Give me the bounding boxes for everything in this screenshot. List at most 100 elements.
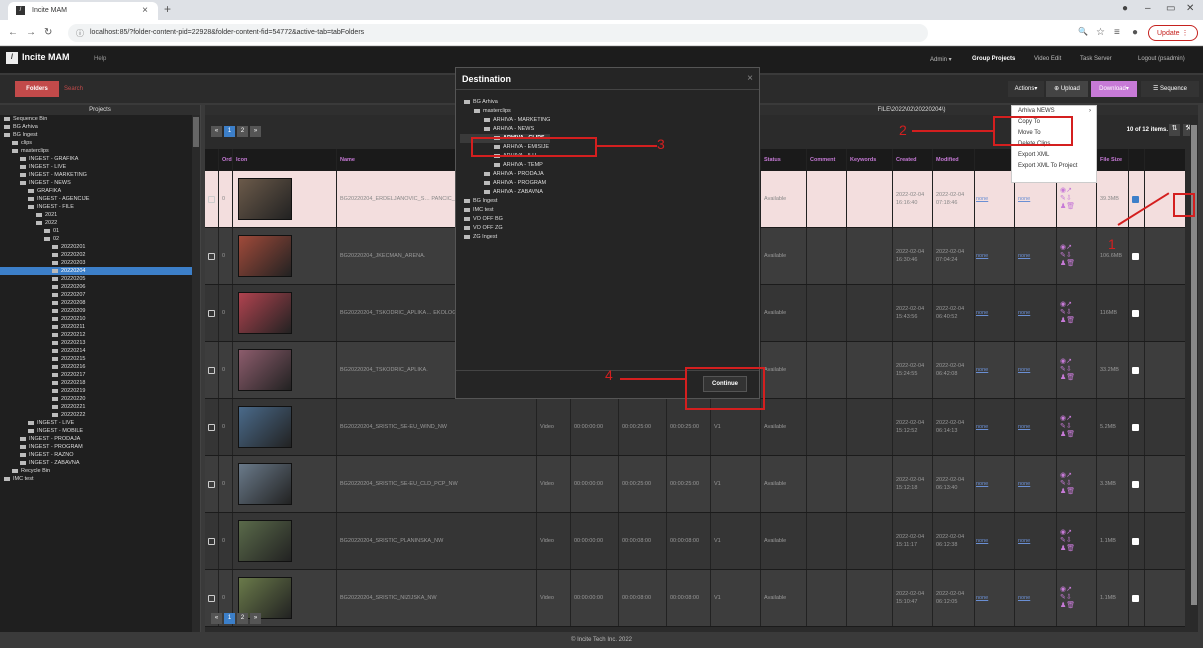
clip-thumbnail[interactable] xyxy=(238,406,292,448)
tree-node[interactable]: 20220209 xyxy=(0,307,200,315)
tree-node[interactable]: INGEST - AGENCIJE xyxy=(0,195,200,203)
row-actions-icons[interactable]: ◉↗ ✎⇩ ♟🗑 xyxy=(1060,529,1075,553)
expand-icon[interactable] xyxy=(208,423,215,431)
tree-node[interactable]: INGEST - ZABAVNA xyxy=(0,459,200,467)
destination-node[interactable]: ARHIVA - NEWS xyxy=(460,125,550,134)
row-actions-icons[interactable]: ◉↗ ✎⇩ ♟🗑 xyxy=(1060,586,1075,610)
dialog-close-icon[interactable]: × xyxy=(747,73,753,84)
destination-node[interactable]: ZG Ingest xyxy=(460,233,550,242)
page-last-bottom[interactable]: » xyxy=(250,613,261,624)
tree-node[interactable]: INGEST - NEWS xyxy=(0,179,200,187)
column-header[interactable]: Status xyxy=(761,149,807,170)
browser-tab[interactable]: / Incite MAM × xyxy=(8,2,158,20)
column-header[interactable]: Icon xyxy=(233,149,337,170)
clip-thumbnail[interactable] xyxy=(238,349,292,391)
column-header[interactable]: Keywords xyxy=(847,149,893,170)
destination-node[interactable]: BG Arhiva xyxy=(460,98,550,107)
tree-node[interactable]: 20220201 xyxy=(0,243,200,251)
cell-text[interactable]: none xyxy=(976,367,988,373)
page-2[interactable]: 2 xyxy=(237,126,248,137)
tree-node[interactable]: 2021 xyxy=(0,211,200,219)
clip-thumbnail[interactable] xyxy=(238,235,292,277)
tree-node[interactable]: INGEST - PRODAJA xyxy=(0,435,200,443)
tree-node[interactable]: 20220217 xyxy=(0,371,200,379)
tree-node[interactable]: masterclips xyxy=(0,147,200,155)
extensions-icon[interactable]: ≡ xyxy=(1114,27,1120,38)
tree-node[interactable]: 20220203 xyxy=(0,259,200,267)
destination-node[interactable]: BG Ingest xyxy=(460,197,550,206)
tree-node[interactable]: 20220207 xyxy=(0,291,200,299)
bookmark-star-icon[interactable]: ☆ xyxy=(1096,27,1105,38)
destination-node[interactable]: ARHIVA - ZABAVNA xyxy=(460,188,550,197)
clip-thumbnail[interactable] xyxy=(238,292,292,334)
download-button[interactable]: Download▾ xyxy=(1091,81,1137,97)
url-input[interactable]: ⓘ localhost:85/?folder-content-pid=22928… xyxy=(68,24,928,42)
column-header[interactable] xyxy=(1129,149,1145,170)
cell-text[interactable]: none xyxy=(1018,253,1030,259)
video-edit-link[interactable]: Video Edit xyxy=(1034,56,1061,62)
page-last[interactable]: » xyxy=(250,126,261,137)
tree-node[interactable]: 20220204 xyxy=(0,267,200,275)
row-actions-icons[interactable]: ◉↗ ✎⇩ ♟🗑 xyxy=(1060,415,1075,439)
cell-text[interactable]: none xyxy=(976,424,988,430)
cell-text[interactable]: none xyxy=(976,310,988,316)
page-1[interactable]: 1 xyxy=(224,126,235,137)
close-tab-icon[interactable]: × xyxy=(142,5,148,16)
tree-node[interactable]: INGEST - LIVE xyxy=(0,419,200,427)
column-header[interactable]: Created xyxy=(893,149,933,170)
page-1-bottom[interactable]: 1 xyxy=(224,613,235,624)
tree-node[interactable]: INGEST - MARKETING xyxy=(0,171,200,179)
page-first-bottom[interactable]: « xyxy=(211,613,222,624)
tree-node[interactable]: 20220211 xyxy=(0,323,200,331)
menu-item-export-xml[interactable]: Export XML xyxy=(1012,150,1096,161)
clip-thumbnail[interactable] xyxy=(238,463,292,505)
table-row[interactable]: 0 BG20220204_SRISTIC_PLANINSKA_NW Video 00:… xyxy=(205,513,1185,570)
destination-node[interactable]: ARHIVA - PRODAJA xyxy=(460,170,550,179)
expand-icon[interactable] xyxy=(208,195,215,203)
row-checkbox[interactable] xyxy=(1132,594,1139,602)
cell-text[interactable]: none xyxy=(976,595,988,601)
tree-node[interactable]: 20220222 xyxy=(0,411,200,419)
expand-icon[interactable] xyxy=(208,537,215,545)
column-header[interactable]: Order xyxy=(219,149,233,170)
destination-node[interactable]: ARHIVA - PROGRAM xyxy=(460,179,550,188)
row-checkbox[interactable] xyxy=(1132,366,1139,374)
tree-node[interactable]: 20220208 xyxy=(0,299,200,307)
cell-text[interactable]: none xyxy=(1018,310,1030,316)
search-tab[interactable]: Search xyxy=(64,86,83,92)
cell-text[interactable]: none xyxy=(976,253,988,259)
column-header[interactable]: File Size xyxy=(1097,149,1129,170)
tree-node[interactable]: 2022 xyxy=(0,219,200,227)
row-checkbox[interactable] xyxy=(1132,252,1139,260)
clip-thumbnail[interactable] xyxy=(238,520,292,562)
tree-node[interactable]: 20220216 xyxy=(0,363,200,371)
tree-node[interactable]: BG Arhiva xyxy=(0,123,200,131)
forward-icon[interactable]: → xyxy=(26,27,36,38)
row-actions-icons[interactable]: ◉↗ ✎⇩ ♟🗑 xyxy=(1060,301,1075,325)
cell-text[interactable]: none xyxy=(976,538,988,544)
tree-node[interactable]: GRAFIKA xyxy=(0,187,200,195)
tree-node[interactable]: 20220205 xyxy=(0,275,200,283)
page-first[interactable]: « xyxy=(211,126,222,137)
row-actions-icons[interactable]: ◉↗ ✎⇩ ♟🗑 xyxy=(1060,358,1075,382)
expand-icon[interactable] xyxy=(208,309,215,317)
projects-scrollbar[interactable] xyxy=(192,115,200,632)
table-row[interactable]: 0 BG20220204_SRISTIC_NIZIJSKA_NW Video 00:0… xyxy=(205,570,1185,627)
tree-node[interactable]: 20220220 xyxy=(0,395,200,403)
upload-button[interactable]: ⊕ Upload xyxy=(1046,81,1088,97)
reload-icon[interactable]: ↻ xyxy=(44,27,52,38)
column-header[interactable] xyxy=(973,149,1015,170)
close-window-icon[interactable]: ✕ xyxy=(1186,3,1194,14)
row-checkbox[interactable] xyxy=(1132,423,1139,431)
expand-icon[interactable] xyxy=(208,480,215,488)
logout-link[interactable]: Logout (psadmin) xyxy=(1138,56,1185,62)
sort-icon[interactable]: ⇅ xyxy=(1169,124,1180,136)
column-header[interactable]: Comment xyxy=(807,149,847,170)
expand-icon[interactable] xyxy=(208,366,215,374)
clip-thumbnail[interactable] xyxy=(238,178,292,220)
expand-icon[interactable] xyxy=(208,252,215,260)
cell-text[interactable]: none xyxy=(1018,595,1030,601)
tree-node[interactable]: 20220218 xyxy=(0,379,200,387)
row-checkbox[interactable] xyxy=(1132,537,1139,545)
new-tab-icon[interactable]: + xyxy=(164,2,171,16)
